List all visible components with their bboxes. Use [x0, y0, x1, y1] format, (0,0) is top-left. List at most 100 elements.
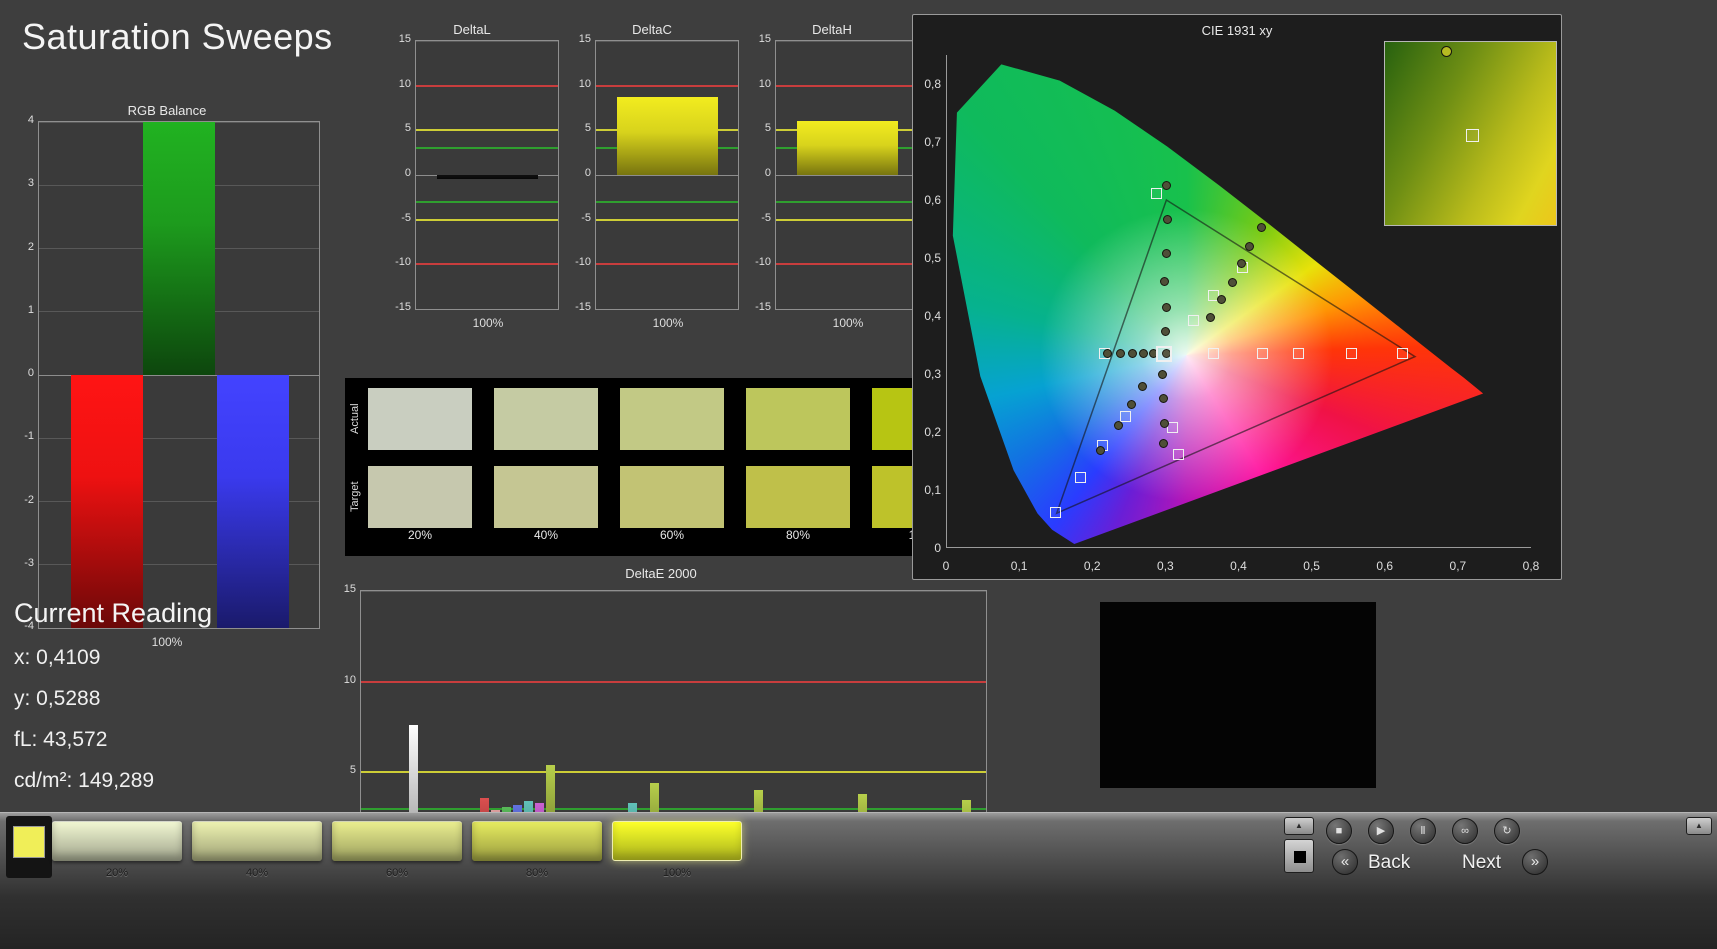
target-square	[1119, 410, 1131, 422]
reading-cdm2: cd/m²: 149,289	[14, 769, 155, 792]
chevron-up-button[interactable]: ▲	[1284, 817, 1314, 835]
current-patch-holder	[6, 816, 52, 878]
y-tick-label: 0	[404, 167, 411, 179]
bar-blue	[217, 375, 289, 628]
reference-line	[596, 84, 738, 87]
target-square	[1172, 449, 1184, 461]
y-tick-label: -15	[575, 301, 591, 313]
gridline	[416, 41, 558, 42]
x-axis-label: 100%	[832, 316, 864, 330]
taskbar-swatch-label: 60%	[385, 867, 409, 879]
target-swatch	[494, 466, 598, 528]
page-title: Saturation Sweeps	[22, 16, 333, 57]
gridline	[596, 308, 738, 309]
measured-point	[1161, 326, 1171, 336]
bar-green	[143, 122, 215, 375]
target-swatch	[368, 466, 472, 528]
rgb-balance-chart: RGB Balance 100% 4 3 2 1 0 -1 -2 -3 -4	[8, 103, 326, 655]
target-square	[1187, 315, 1199, 327]
current-reading-title: Current Reading	[14, 598, 213, 628]
y-tick-label: 0	[27, 367, 34, 379]
cie-zoom-inset	[1384, 41, 1557, 226]
play-icon[interactable]: ▶	[1368, 818, 1394, 844]
y-tick-label: -10	[575, 256, 591, 269]
reference-line	[596, 218, 738, 221]
x-tick-label: 0	[942, 559, 950, 573]
target-square	[1075, 471, 1087, 483]
taskbar-swatch-40%[interactable]	[192, 821, 322, 861]
taskbar-swatch-20%[interactable]	[52, 821, 182, 861]
x-tick-label: 0,5	[1303, 559, 1320, 573]
target-square	[1397, 348, 1409, 360]
measured-point	[1205, 312, 1215, 322]
chevron-up-button-right[interactable]: ▲	[1686, 817, 1712, 835]
delta-l-chart: DeltaL 100% 15 10 5 0 -5 -10 -15	[383, 22, 561, 342]
chevron-up-icon: ▲	[1295, 821, 1303, 830]
y-tick-label: -10	[755, 256, 771, 269]
measure-button[interactable]	[1284, 839, 1314, 873]
y-tick-label: -15	[395, 301, 411, 313]
gridline	[416, 308, 558, 309]
target-square	[1049, 506, 1061, 518]
measurement-bar	[617, 97, 718, 175]
measured-point	[1115, 349, 1125, 359]
inset-target-square	[1465, 128, 1479, 142]
y-tick-label: -2	[24, 493, 34, 506]
delta-c-plot	[595, 40, 739, 310]
y-tick-label: 15	[398, 33, 411, 45]
gridline	[776, 308, 918, 309]
column-label: 20%	[407, 528, 433, 542]
row-label-target: Target	[349, 481, 361, 513]
next-chevron-icon[interactable]: »	[1522, 849, 1548, 875]
target-square	[1292, 348, 1304, 360]
delta-c-chart: DeltaC 100% 15 10 5 0 -5 -10 -15	[563, 22, 741, 342]
x-axis-label: 100%	[472, 316, 504, 330]
reading-fl: fL: 43,572	[14, 728, 108, 751]
reference-line	[776, 263, 918, 266]
y-tick-label: 0	[764, 167, 771, 179]
y-tick-label: 0,1	[924, 483, 941, 497]
reference-line	[416, 129, 558, 132]
reference-line	[416, 147, 558, 150]
y-tick-label: 10	[343, 673, 356, 686]
x-axis-label: 100%	[652, 316, 684, 330]
taskbar-swatch-80%[interactable]	[472, 821, 602, 861]
x-tick-label: 0,7	[1449, 559, 1467, 573]
loop-icon[interactable]: ∞	[1452, 818, 1478, 844]
back-chevron-glyph: «	[1340, 853, 1350, 870]
taskbar-swatch-60%[interactable]	[332, 821, 462, 861]
refresh-icon[interactable]: ↻	[1494, 818, 1520, 844]
pause-icon[interactable]: Ⅱ	[1410, 818, 1436, 844]
column-label: 80%	[785, 528, 811, 542]
y-tick-label: 3	[27, 177, 34, 190]
saturation-swatch-panel: Actual Target 20%40%60%80%100%	[345, 378, 983, 556]
target-square	[1256, 348, 1268, 360]
back-chevron-icon[interactable]: «	[1332, 849, 1358, 875]
stop-icon[interactable]: ■	[1326, 818, 1352, 844]
stop-square-icon	[1294, 851, 1306, 863]
current-point	[1156, 345, 1173, 362]
measured-point	[1158, 369, 1168, 379]
chart-title: CIE 1931 xy	[1201, 23, 1273, 38]
x-tick-label: 0,3	[1157, 559, 1174, 573]
measured-point	[1158, 439, 1168, 449]
y-tick-label: -15	[755, 301, 771, 313]
actual-swatch	[494, 388, 598, 450]
reference-line	[416, 263, 558, 266]
y-tick-label: -3	[24, 556, 34, 569]
current-reading: Current Reading x: 0,4109 y: 0,5288 fL: …	[14, 598, 314, 808]
reference-line	[776, 200, 918, 203]
taskbar-swatch-label: 100%	[662, 867, 692, 879]
reference-line	[361, 807, 986, 810]
back-button[interactable]: Back	[1368, 852, 1410, 874]
bar-red	[71, 375, 143, 628]
y-tick-label: 0,6	[924, 193, 941, 207]
y-tick-label: 5	[764, 122, 771, 135]
gridline	[596, 41, 738, 42]
reference-line	[416, 84, 558, 87]
x-tick-label: 0,8	[1522, 559, 1540, 573]
y-tick-label: -5	[761, 211, 771, 224]
taskbar-swatch-100%[interactable]	[612, 821, 742, 861]
next-button[interactable]: Next	[1462, 852, 1501, 874]
chart-title: RGB Balance	[127, 103, 207, 118]
